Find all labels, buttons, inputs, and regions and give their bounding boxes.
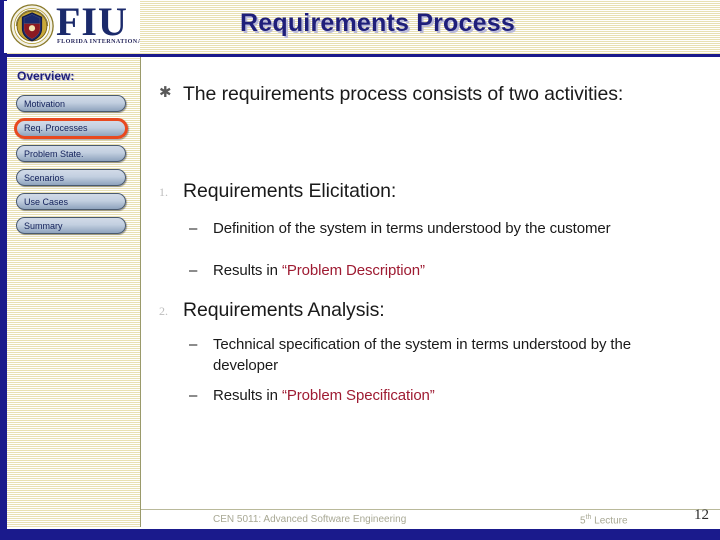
- left-accent-rail: [0, 0, 7, 540]
- asterisk-bullet-icon: ✱: [159, 84, 172, 101]
- item-2-heading: Requirements Analysis:: [183, 299, 385, 321]
- fiu-seal-icon: [10, 4, 54, 48]
- fiu-wordmark: FIU: [56, 1, 128, 44]
- item-1-sub-1-text: Definition of the system in terms unders…: [213, 220, 611, 237]
- sidebar-item-use-cases[interactable]: Use Cases: [16, 193, 126, 210]
- sidebar-item-scenarios[interactable]: Scenarios: [16, 169, 126, 186]
- dash-bullet-icon: –: [189, 220, 198, 237]
- item-1-sub-1: – Definition of the system in terms unde…: [183, 218, 683, 239]
- footer-divider: [141, 509, 720, 510]
- sidebar-item-motivation[interactable]: Motivation: [16, 95, 126, 112]
- numbered-item-2: 2. Requirements Analysis:: [141, 298, 661, 324]
- item-1-sub-2: – Results in “Problem Description”: [183, 260, 683, 281]
- item-2-sub-2-quoted: “Problem Specification”: [281, 387, 435, 404]
- dash-bullet-icon: –: [189, 262, 198, 279]
- list-marker-2: 2.: [159, 304, 168, 318]
- item-2-sub-1: – Technical specification of the system …: [183, 334, 643, 376]
- numbered-item-1: 1. Requirements Elicitation:: [141, 179, 661, 205]
- slide-canvas: Requirements Process FIU FLORIDA INTERNA…: [0, 0, 720, 540]
- dash-bullet-icon: –: [189, 336, 198, 353]
- sidebar-item-problem-state[interactable]: Problem State.: [16, 145, 126, 162]
- bottom-accent-band: [0, 529, 720, 540]
- footer-lecture-label: 5th Lecture: [580, 514, 628, 526]
- list-marker-1: 1.: [159, 185, 168, 199]
- page-title: Requirements Process: [240, 9, 515, 37]
- item-1-sub-2-quoted: “Problem Description”: [281, 262, 425, 279]
- footer-course-label: CEN 5011: Advanced Software Engineering: [213, 514, 407, 525]
- item-1-sub-2-prefix: Results in: [213, 262, 282, 279]
- lecture-word: Lecture: [591, 515, 628, 527]
- intro-bullet-text: The requirements process consists of two…: [183, 83, 624, 105]
- page-number: 12: [694, 507, 709, 523]
- dash-bullet-icon: –: [189, 387, 198, 404]
- overview-sidebar: Overview: Motivation Req. Processes Prob…: [7, 57, 141, 527]
- item-2-sub-2: – Results in “Problem Specification”: [183, 385, 683, 406]
- header-divider: [0, 54, 720, 57]
- fiu-subtitle: FLORIDA INTERNATIONAL UNIVERSITY: [57, 39, 140, 45]
- sidebar-heading: Overview:: [17, 69, 75, 83]
- intro-bullet: ✱ The requirements process consists of t…: [141, 82, 661, 106]
- sidebar-item-req-processes[interactable]: Req. Processes: [14, 118, 128, 139]
- fiu-logo: FIU FLORIDA INTERNATIONAL UNIVERSITY: [4, 1, 140, 53]
- item-2-sub-1-text: Technical specification of the system in…: [213, 336, 631, 374]
- slide-body: ✱ The requirements process consists of t…: [141, 57, 720, 509]
- item-2-sub-2-text: Results in “Problem Specification”: [213, 385, 435, 406]
- sidebar-item-summary[interactable]: Summary: [16, 217, 126, 234]
- item-1-heading: Requirements Elicitation:: [183, 180, 397, 202]
- item-1-sub-2-text: Results in “Problem Description”: [213, 260, 425, 281]
- item-2-sub-2-prefix: Results in: [213, 387, 282, 404]
